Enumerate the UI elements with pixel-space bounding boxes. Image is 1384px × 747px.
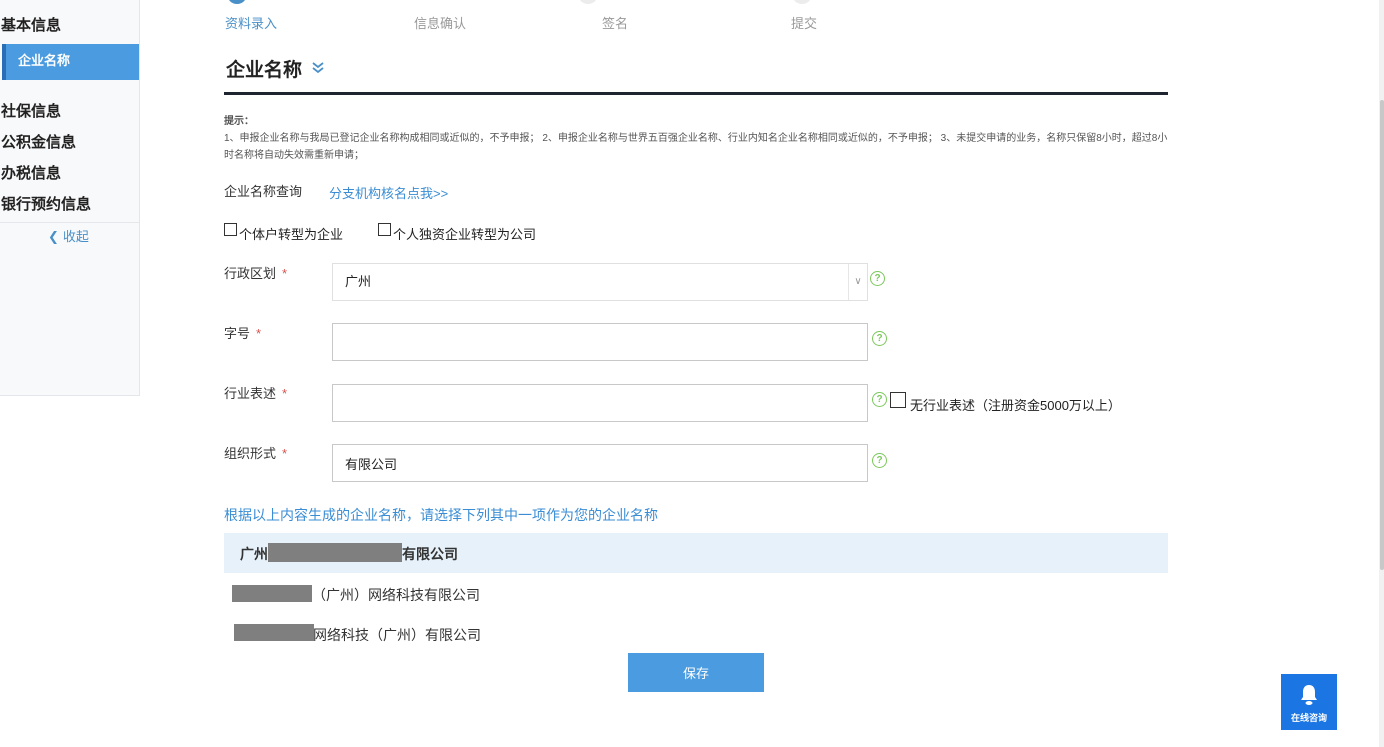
industry-label-text: 行业表述 (224, 386, 277, 401)
name-option-1-suffix: 有限公司 (402, 546, 458, 562)
double-chevron-down-icon[interactable] (311, 60, 325, 74)
individual-to-enterprise-label: 个体户转型为企业 (239, 227, 344, 242)
sidebar-item-tax[interactable]: 办税信息 (1, 162, 61, 183)
online-consult-label: 在线咨询 (1290, 713, 1327, 723)
trade-name-input[interactable] (332, 323, 868, 361)
required-mark: * (256, 326, 262, 341)
name-option-1[interactable]: 广州 有限公司 (224, 533, 1168, 573)
sidebar-item-housing-fund[interactable]: 公积金信息 (1, 131, 76, 152)
required-mark: * (282, 446, 288, 461)
branch-name-check-link[interactable]: 分支机构核名点我>> (329, 183, 448, 202)
step-info-confirm: 信息确认 (414, 16, 467, 31)
district-value: 广州 (345, 274, 372, 289)
sole-to-company-checkbox[interactable] (378, 223, 391, 236)
org-form-input[interactable] (332, 444, 868, 482)
district-label-text: 行政区划 (224, 266, 277, 281)
industry-input[interactable] (332, 384, 868, 422)
generated-names-prompt: 根据以上内容生成的企业名称，请选择下列其中一项作为您的企业名称 (224, 507, 658, 523)
step-indicator-1 (227, 0, 247, 4)
trade-name-label: 字号 * (224, 323, 261, 342)
org-form-help-icon[interactable]: ? (872, 453, 887, 468)
trade-name-label-text: 字号 (224, 326, 251, 341)
sidebar-item-basic-info[interactable]: 基本信息 (1, 14, 61, 35)
step-data-entry: 资料录入 (225, 16, 278, 31)
sidebar-item-social-security[interactable]: 社保信息 (1, 100, 61, 121)
org-form-label: 组织形式 * (224, 443, 287, 462)
industry-help-icon[interactable]: ? (872, 392, 887, 407)
step-submit: 提交 (791, 16, 818, 31)
org-form-label-text: 组织形式 (224, 446, 277, 461)
district-help-icon[interactable]: ? (870, 271, 885, 286)
redacted-block (232, 585, 312, 602)
no-industry-checkbox[interactable] (890, 392, 906, 408)
tip-text: 1、申报企业名称与我局已登记企业名称构成相同或近似的，不予申报； 2、申报企业名… (224, 133, 1168, 161)
title-divider (224, 92, 1168, 95)
sidebar-item-bank-appointment[interactable]: 银行预约信息 (1, 193, 91, 214)
page-title: 企业名称 (226, 60, 303, 81)
tip-box: 提示： 1、申报企业名称与我局已登记企业名称构成相同或近似的，不予申报； 2、申… (224, 113, 1168, 164)
collapse-label: 收起 (62, 229, 89, 244)
district-label: 行政区划 * (224, 263, 287, 282)
no-industry-label: 无行业表述（注册资金5000万以上） (910, 398, 1121, 413)
sidebar-divider (0, 222, 139, 223)
name-option-1-prefix: 广州 (240, 546, 268, 562)
individual-to-enterprise-checkbox[interactable] (224, 223, 237, 236)
collapse-button[interactable]: ❮ 收起 (48, 226, 89, 245)
scrollbar-thumb[interactable] (1380, 100, 1384, 570)
name-option-3-text: 网络科技（广州）有限公司 (313, 627, 481, 643)
save-button[interactable]: 保存 (628, 653, 764, 692)
redacted-block (234, 624, 314, 641)
trade-name-help-icon[interactable]: ? (872, 331, 887, 346)
name-query-label: 企业名称查询 (224, 184, 303, 199)
step-sign: 签名 (602, 16, 629, 31)
name-option-2-text: （广州）网络科技有限公司 (312, 587, 480, 603)
redacted-block (268, 543, 402, 562)
sidebar-item-enterprise-name[interactable]: 企业名称 (2, 44, 139, 80)
bell-icon (1301, 685, 1317, 705)
sole-to-company-label: 个人独资企业转型为公司 (393, 227, 537, 242)
district-select[interactable]: 广州 ∨ (332, 263, 868, 301)
tip-label: 提示： (224, 116, 254, 127)
industry-label: 行业表述 * (224, 383, 287, 402)
step-indicator-4 (792, 0, 812, 4)
required-mark: * (282, 386, 288, 401)
chevron-down-icon: ∨ (848, 264, 867, 300)
chevron-left-icon: ❮ (48, 229, 59, 244)
sidebar: 基本信息 企业名称 社保信息 公积金信息 办税信息 银行预约信息 ❮ 收起 (0, 0, 140, 396)
online-consult-button[interactable]: 在线咨询 (1281, 674, 1337, 730)
step-indicator-3 (578, 0, 598, 4)
required-mark: * (282, 266, 288, 281)
